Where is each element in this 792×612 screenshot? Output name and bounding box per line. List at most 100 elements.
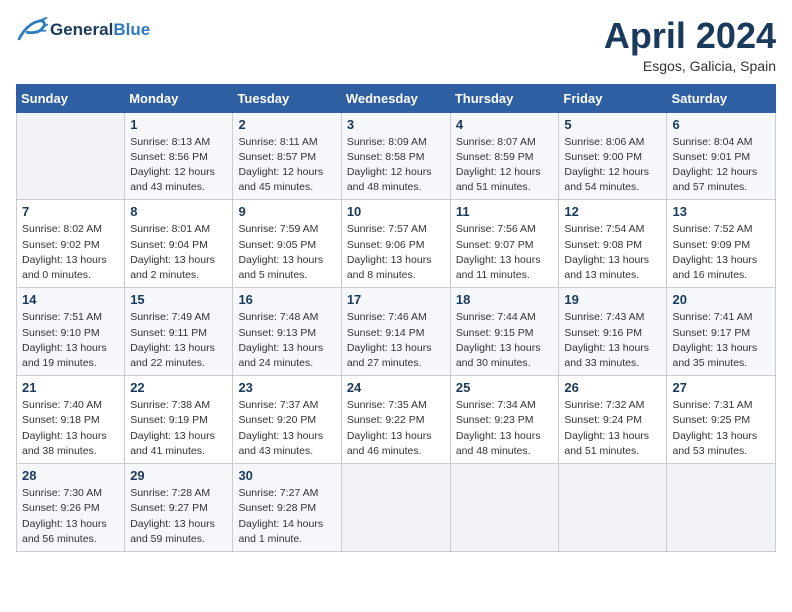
day-info: Sunrise: 7:34 AM Sunset: 9:23 PM Dayligh… [456, 398, 554, 459]
week-row-3: 14Sunrise: 7:51 AM Sunset: 9:10 PM Dayli… [17, 288, 776, 376]
day-info: Sunrise: 7:54 AM Sunset: 9:08 PM Dayligh… [564, 222, 661, 283]
calendar-cell: 7 Sunrise: 8:02 AM Sunset: 9:02 PM Daylig… [17, 200, 125, 288]
day-number: 29 [130, 468, 227, 483]
day-number: 16 [238, 292, 335, 307]
calendar-cell: 26Sunrise: 7:32 AM Sunset: 9:24 PM Dayli… [559, 376, 667, 464]
calendar-cell: 24 Sunrise: 7:35 AM Sunset: 9:22 PM Dayli… [341, 376, 450, 464]
calendar-cell: 2Sunrise: 8:11 AM Sunset: 8:57 PM Daylig… [233, 112, 341, 200]
day-info: Sunrise: 8:04 AM Sunset: 9:01 PM Dayligh… [672, 135, 770, 196]
calendar-cell: 28 Sunrise: 7:30 AM Sunset: 9:26 PM Dayli… [17, 464, 125, 552]
calendar-cell: 15 Sunrise: 7:49 AM Sunset: 9:11 PM Dayli… [125, 288, 233, 376]
month-title: April 2024 [604, 16, 776, 56]
day-number: 24 [347, 380, 445, 395]
calendar-cell: 16Sunrise: 7:48 AM Sunset: 9:13 PM Dayli… [233, 288, 341, 376]
calendar-cell [559, 464, 667, 552]
day-number: 28 [22, 468, 119, 483]
day-info: Sunrise: 7:51 AM Sunset: 9:10 PM Dayligh… [22, 310, 119, 371]
day-info: Sunrise: 7:30 AM Sunset: 9:26 PM Dayligh… [22, 486, 119, 547]
week-row-2: 7 Sunrise: 8:02 AM Sunset: 9:02 PM Daylig… [17, 200, 776, 288]
calendar-cell [667, 464, 776, 552]
day-info: Sunrise: 7:41 AM Sunset: 9:17 PM Dayligh… [672, 310, 770, 371]
calendar-cell: 23 Sunrise: 7:37 AM Sunset: 9:20 PM Dayli… [233, 376, 341, 464]
calendar-cell [341, 464, 450, 552]
day-info: Sunrise: 7:35 AM Sunset: 9:22 PM Dayligh… [347, 398, 445, 459]
day-info: Sunrise: 7:46 AM Sunset: 9:14 PM Dayligh… [347, 310, 445, 371]
header-row: SundayMondayTuesdayWednesdayThursdayFrid… [17, 84, 776, 112]
day-number: 15 [130, 292, 227, 307]
day-info: Sunrise: 8:06 AM Sunset: 9:00 PM Dayligh… [564, 135, 661, 196]
day-number: 19 [564, 292, 661, 307]
day-info: Sunrise: 7:38 AM Sunset: 9:19 PM Dayligh… [130, 398, 227, 459]
logo: GeneralBlue [16, 16, 150, 44]
day-number: 23 [238, 380, 335, 395]
day-info: Sunrise: 7:27 AM Sunset: 9:28 PM Dayligh… [238, 486, 335, 547]
calendar-cell: 22 Sunrise: 7:38 AM Sunset: 9:19 PM Dayli… [125, 376, 233, 464]
calendar-cell: 18 Sunrise: 7:44 AM Sunset: 9:15 PM Dayli… [450, 288, 559, 376]
day-info: Sunrise: 8:09 AM Sunset: 8:58 PM Dayligh… [347, 135, 445, 196]
logo-icon [16, 16, 48, 44]
day-number: 21 [22, 380, 119, 395]
day-number: 27 [672, 380, 770, 395]
day-number: 22 [130, 380, 227, 395]
col-header-tuesday: Tuesday [233, 84, 341, 112]
day-info: Sunrise: 7:40 AM Sunset: 9:18 PM Dayligh… [22, 398, 119, 459]
day-info: Sunrise: 8:13 AM Sunset: 8:56 PM Dayligh… [130, 135, 227, 196]
calendar-cell: 3 Sunrise: 8:09 AM Sunset: 8:58 PM Daylig… [341, 112, 450, 200]
header: GeneralBlue April 2024 Esgos, Galicia, S… [16, 16, 776, 74]
calendar-cell: 9Sunrise: 7:59 AM Sunset: 9:05 PM Daylig… [233, 200, 341, 288]
day-info: Sunrise: 7:56 AM Sunset: 9:07 PM Dayligh… [456, 222, 554, 283]
calendar-cell: 1 Sunrise: 8:13 AM Sunset: 8:56 PM Daylig… [125, 112, 233, 200]
calendar-table: SundayMondayTuesdayWednesdayThursdayFrid… [16, 84, 776, 552]
day-number: 1 [130, 117, 227, 132]
day-number: 10 [347, 204, 445, 219]
calendar-cell: 21 Sunrise: 7:40 AM Sunset: 9:18 PM Dayli… [17, 376, 125, 464]
calendar-cell: 17 Sunrise: 7:46 AM Sunset: 9:14 PM Dayli… [341, 288, 450, 376]
week-row-4: 21 Sunrise: 7:40 AM Sunset: 9:18 PM Dayli… [17, 376, 776, 464]
day-info: Sunrise: 7:52 AM Sunset: 9:09 PM Dayligh… [672, 222, 770, 283]
calendar-cell [450, 464, 559, 552]
day-number: 25 [456, 380, 554, 395]
calendar-cell: 6Sunrise: 8:04 AM Sunset: 9:01 PM Daylig… [667, 112, 776, 200]
week-row-5: 28 Sunrise: 7:30 AM Sunset: 9:26 PM Dayli… [17, 464, 776, 552]
calendar-cell: 8 Sunrise: 8:01 AM Sunset: 9:04 PM Daylig… [125, 200, 233, 288]
calendar-cell: 12 Sunrise: 7:54 AM Sunset: 9:08 PM Dayli… [559, 200, 667, 288]
day-info: Sunrise: 8:07 AM Sunset: 8:59 PM Dayligh… [456, 135, 554, 196]
page: GeneralBlue April 2024 Esgos, Galicia, S… [0, 0, 792, 568]
calendar-cell: 30 Sunrise: 7:27 AM Sunset: 9:28 PM Dayli… [233, 464, 341, 552]
calendar-cell: 11 Sunrise: 7:56 AM Sunset: 9:07 PM Dayli… [450, 200, 559, 288]
calendar-cell: 14Sunrise: 7:51 AM Sunset: 9:10 PM Dayli… [17, 288, 125, 376]
col-header-wednesday: Wednesday [341, 84, 450, 112]
day-number: 7 [22, 204, 119, 219]
day-number: 5 [564, 117, 661, 132]
day-number: 8 [130, 204, 227, 219]
day-number: 3 [347, 117, 445, 132]
calendar-cell: 27 Sunrise: 7:31 AM Sunset: 9:25 PM Dayli… [667, 376, 776, 464]
day-number: 11 [456, 204, 554, 219]
day-info: Sunrise: 8:02 AM Sunset: 9:02 PM Dayligh… [22, 222, 119, 283]
day-number: 13 [672, 204, 770, 219]
col-header-sunday: Sunday [17, 84, 125, 112]
day-number: 12 [564, 204, 661, 219]
day-number: 30 [238, 468, 335, 483]
week-row-1: 1 Sunrise: 8:13 AM Sunset: 8:56 PM Daylig… [17, 112, 776, 200]
day-info: Sunrise: 7:49 AM Sunset: 9:11 PM Dayligh… [130, 310, 227, 371]
col-header-monday: Monday [125, 84, 233, 112]
calendar-cell: 19 Sunrise: 7:43 AM Sunset: 9:16 PM Dayli… [559, 288, 667, 376]
day-info: Sunrise: 7:44 AM Sunset: 9:15 PM Dayligh… [456, 310, 554, 371]
location-subtitle: Esgos, Galicia, Spain [604, 58, 776, 74]
day-number: 18 [456, 292, 554, 307]
col-header-thursday: Thursday [450, 84, 559, 112]
col-header-saturday: Saturday [667, 84, 776, 112]
calendar-cell: 20Sunrise: 7:41 AM Sunset: 9:17 PM Dayli… [667, 288, 776, 376]
day-info: Sunrise: 8:01 AM Sunset: 9:04 PM Dayligh… [130, 222, 227, 283]
day-info: Sunrise: 7:43 AM Sunset: 9:16 PM Dayligh… [564, 310, 661, 371]
logo-text: GeneralBlue [50, 21, 150, 40]
calendar-cell: 4Sunrise: 8:07 AM Sunset: 8:59 PM Daylig… [450, 112, 559, 200]
col-header-friday: Friday [559, 84, 667, 112]
day-number: 17 [347, 292, 445, 307]
day-info: Sunrise: 7:37 AM Sunset: 9:20 PM Dayligh… [238, 398, 335, 459]
day-number: 2 [238, 117, 335, 132]
calendar-cell [17, 112, 125, 200]
day-info: Sunrise: 7:31 AM Sunset: 9:25 PM Dayligh… [672, 398, 770, 459]
calendar-cell: 29Sunrise: 7:28 AM Sunset: 9:27 PM Dayli… [125, 464, 233, 552]
